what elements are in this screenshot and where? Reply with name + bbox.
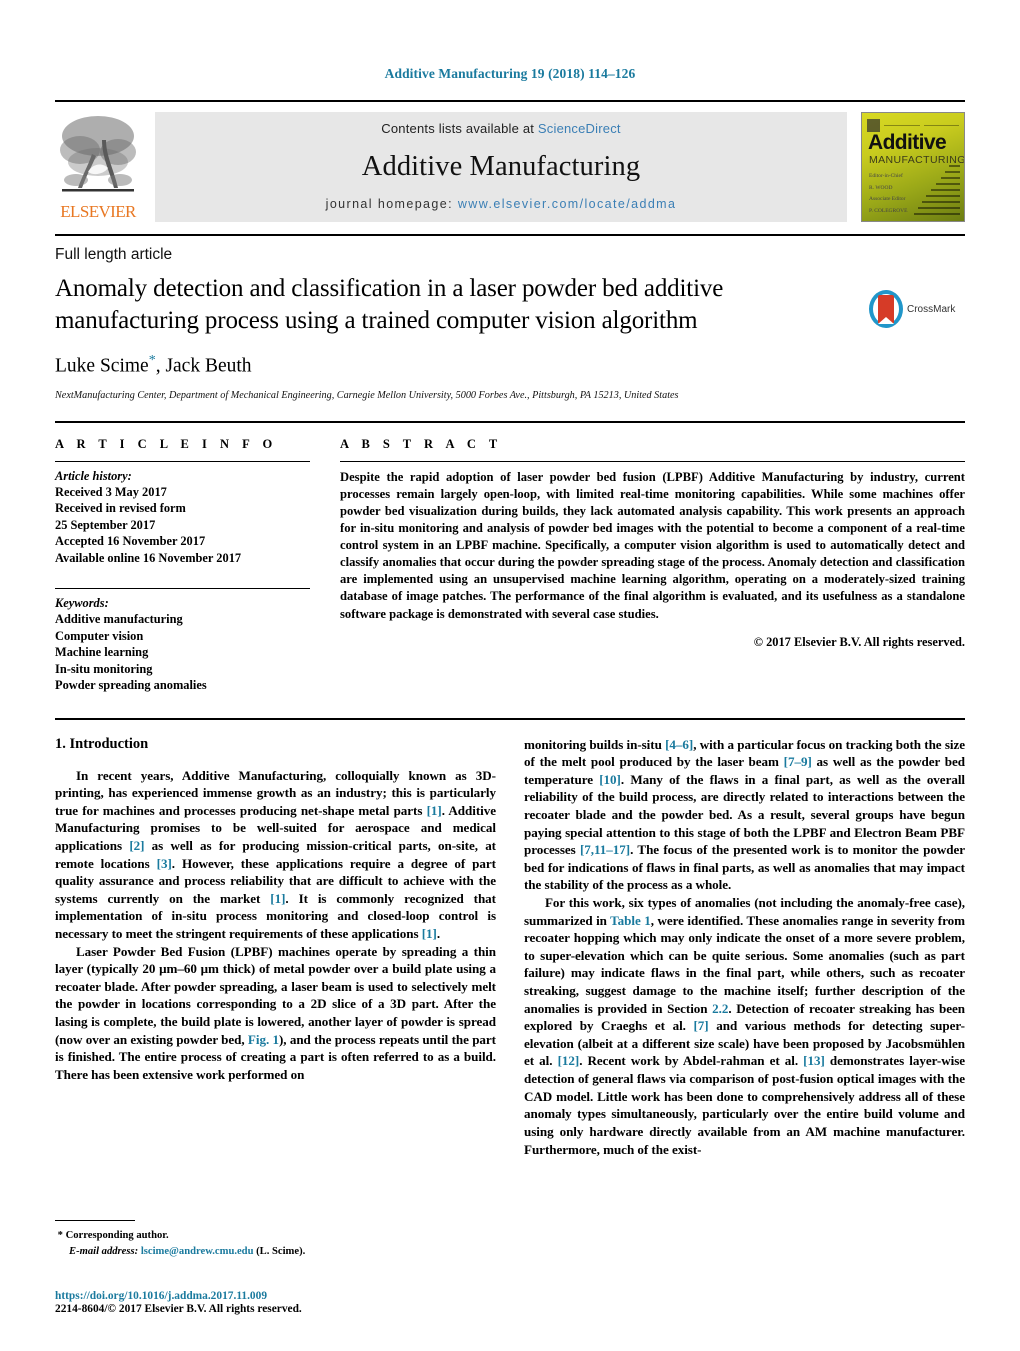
citation-link[interactable]: [12]	[558, 1053, 580, 1068]
cover-rule	[923, 124, 959, 126]
sciencedirect-link[interactable]: ScienceDirect	[538, 121, 621, 136]
keyword-item: Computer vision	[55, 628, 144, 643]
keywords-block: Keywords: Additive manufacturing Compute…	[55, 588, 310, 694]
history-item: 25 September 2017	[55, 517, 156, 532]
footnote-marker: *	[57, 1230, 63, 1242]
keyword-item: In-situ monitoring	[55, 661, 153, 676]
article-info-rule: Article history: Received 3 May 2017 Rec…	[55, 460, 310, 567]
text-run: monitoring builds in-situ	[524, 736, 666, 752]
homepage-url-link[interactable]: www.elsevier.com/locate/addma	[458, 197, 676, 211]
journal-homepage-line: journal homepage: www.elsevier.com/locat…	[326, 197, 677, 211]
figure-link[interactable]: Fig. 1	[248, 1032, 279, 1047]
article-history-label: Article history:	[55, 468, 132, 483]
affiliation: NextManufacturing Center, Department of …	[55, 389, 679, 401]
history-item: Accepted 16 November 2017	[55, 534, 206, 548]
body-column-right: monitoring builds in-situ [4–6], with a …	[524, 736, 965, 1159]
doi-link[interactable]: https://doi.org/10.1016/j.addma.2017.11.…	[55, 1290, 515, 1302]
paragraph: monitoring builds in-situ [4–6], with a …	[524, 736, 965, 894]
text-run: .	[436, 925, 441, 941]
email-note: E-mail address: lscime@andrew.cmu.edu (L…	[55, 1244, 485, 1259]
info-divider	[55, 420, 965, 423]
contents-line: Contents lists available at ScienceDirec…	[381, 121, 620, 136]
abstract-column: A B S T R A C T Despite the rapid adopti…	[340, 437, 965, 694]
corresponding-author-label: Corresponding author.	[65, 1230, 169, 1242]
corresponding-author-note: * Corresponding author.	[55, 1228, 485, 1243]
section-link[interactable]: 2.2	[712, 1001, 728, 1016]
footnote-block: * Corresponding author. E-mail address: …	[55, 1220, 485, 1259]
journal-article-page: Additive Manufacturing 19 (2018) 114–126	[0, 0, 1020, 1351]
journal-cover-thumbnail: Additive MANUFACTURING Editor-in-Chief R…	[861, 112, 965, 222]
citation-link[interactable]: [1]	[427, 803, 442, 818]
journal-banner: Contents lists available at ScienceDirec…	[155, 112, 847, 222]
body-divider	[55, 717, 965, 720]
elsevier-logo: ELSEVIER	[55, 110, 141, 222]
citation-link[interactable]: [4–6]	[665, 737, 693, 752]
abstract-heading: A B S T R A C T	[340, 436, 503, 451]
keyword-item: Powder spreading anomalies	[55, 678, 207, 692]
journal-masthead: ELSEVIER Contents lists available at Sci…	[55, 100, 965, 222]
contents-prefix: Contents lists available at	[381, 121, 535, 136]
doi-block: https://doi.org/10.1016/j.addma.2017.11.…	[55, 1290, 515, 1315]
citation-link[interactable]: [7]	[694, 1018, 709, 1033]
footnote-rule	[55, 1220, 135, 1222]
citation-link[interactable]: [7–9]	[784, 754, 812, 769]
email-suffix: (L. Scime).	[256, 1245, 306, 1257]
title-block: Anomaly detection and classification in …	[55, 264, 869, 401]
crossmark-icon	[869, 290, 903, 328]
cover-elsevier-mark-icon	[867, 118, 880, 132]
running-head: Additive Manufacturing 19 (2018) 114–126	[384, 66, 636, 81]
title-row: Anomaly detection and classification in …	[55, 264, 965, 401]
history-item: Received 3 May 2017	[55, 484, 167, 499]
table-link[interactable]: Table 1	[610, 913, 651, 928]
text-run: demonstrates layer-wise detection of gen…	[524, 1053, 965, 1157]
cover-rule	[884, 124, 920, 126]
article-category: Full length article	[55, 246, 173, 263]
citation-link[interactable]: [1]	[422, 926, 437, 941]
journal-title: Additive Manufacturing	[361, 150, 641, 182]
corresponding-author-marker[interactable]: *	[149, 353, 156, 368]
history-item: Available online 16 November 2017	[55, 550, 242, 565]
paragraph: In recent years, Additive Manufacturing,…	[55, 767, 496, 943]
author-rest: , Jack Beuth	[155, 355, 252, 377]
abstract-copyright: © 2017 Elsevier B.V. All rights reserved…	[753, 634, 965, 649]
abstract-text: Despite the rapid adoption of laser powd…	[340, 469, 965, 621]
page-title: Anomaly detection and classification in …	[55, 275, 724, 334]
info-abstract-area: A R T I C L E I N F O Article history: R…	[55, 437, 965, 694]
body-columns: 1. Introduction In recent years, Additiv…	[55, 736, 965, 1159]
author-list: Luke Scime*, Jack Beuth	[55, 353, 855, 378]
email-link[interactable]: lscime@andrew.cmu.edu	[141, 1246, 254, 1257]
author-first: Luke Scime	[55, 355, 149, 377]
keyword-item: Machine learning	[55, 645, 149, 659]
homepage-label: journal homepage:	[325, 197, 453, 211]
citation-link[interactable]: [10]	[599, 772, 621, 787]
keyword-item: Additive manufacturing	[55, 612, 183, 626]
keywords-rule: Keywords: Additive manufacturing Compute…	[55, 588, 310, 694]
cover-artwork	[894, 145, 964, 221]
citation-link[interactable]: [2]	[129, 838, 144, 853]
section-heading-introduction: 1. Introduction	[55, 735, 149, 752]
citation-link[interactable]: [3]	[157, 856, 172, 871]
abstract-rule: Despite the rapid adoption of laser powd…	[340, 460, 965, 650]
title-divider	[55, 234, 965, 236]
citation-link[interactable]: [13]	[803, 1053, 825, 1068]
article-info-column: A R T I C L E I N F O Article history: R…	[55, 437, 310, 694]
crossmark-badge[interactable]: CrossMark	[869, 264, 965, 328]
crossmark-label: CrossMark	[907, 303, 956, 315]
text-run: . Recent work by Abdel-rahman et al.	[579, 1053, 804, 1069]
article-info-heading: A R T I C L E I N F O	[55, 436, 278, 451]
citation-link[interactable]: [1]	[270, 891, 285, 906]
elsevier-tree-icon	[58, 110, 138, 202]
elsevier-wordmark: ELSEVIER	[60, 202, 136, 221]
history-item: Received in revised form	[55, 501, 186, 515]
email-label: E-mail address:	[69, 1245, 139, 1257]
paragraph: For this work, six types of anomalies (n…	[524, 894, 965, 1158]
issn-copyright-line: 2214-8604/© 2017 Elsevier B.V. All right…	[55, 1303, 302, 1315]
citation-link[interactable]: [7,11–17]	[580, 842, 630, 857]
paragraph: Laser Powder Bed Fusion (LPBF) machines …	[55, 943, 496, 1084]
body-column-left: 1. Introduction In recent years, Additiv…	[55, 736, 496, 1159]
keywords-label: Keywords:	[55, 596, 109, 610]
